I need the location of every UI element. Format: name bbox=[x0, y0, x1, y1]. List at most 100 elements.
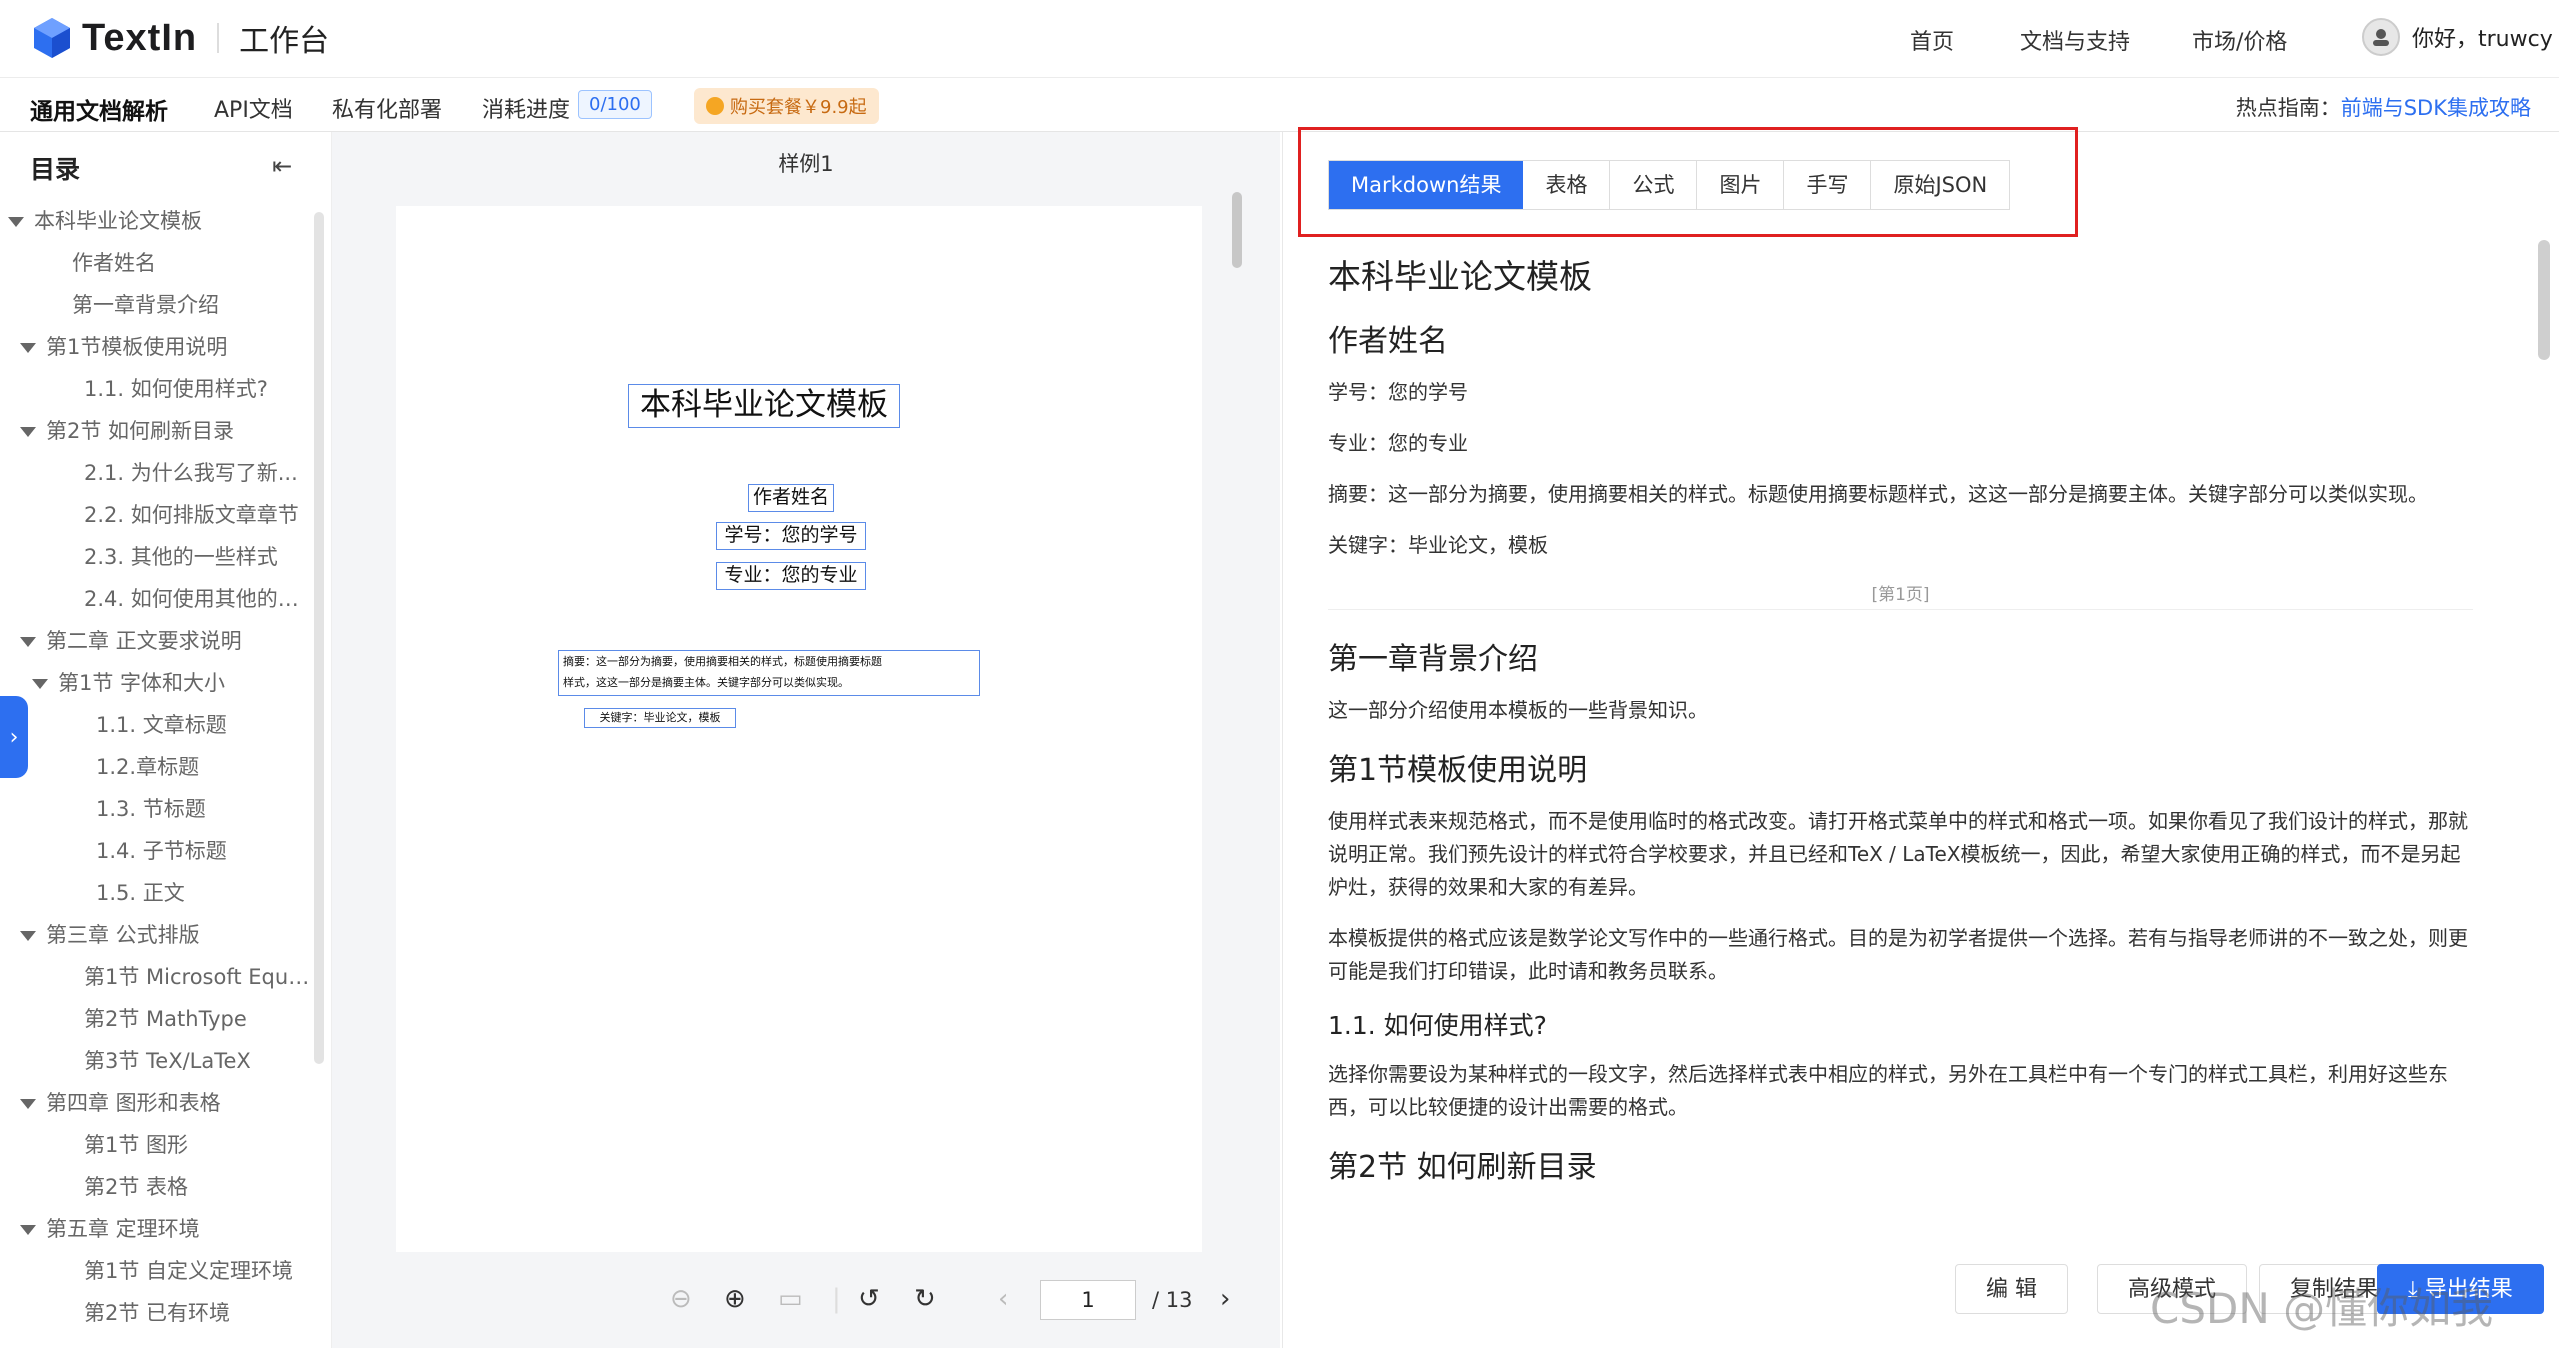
toc-item[interactable]: 1.1. 如何使用样式? bbox=[0, 368, 310, 410]
prev-page-icon[interactable]: ‹ bbox=[998, 1284, 1008, 1314]
toc-item[interactable]: 1.4. 子节标题 bbox=[0, 830, 310, 872]
doc-abstract-line2: 样式，这这一部分是摘要主体。关键字部分可以类似实现。 bbox=[563, 676, 849, 689]
toc-item[interactable]: 第1节 图形 bbox=[0, 1124, 310, 1166]
caret-down-icon[interactable] bbox=[20, 1099, 36, 1109]
tab-image[interactable]: 图片 bbox=[1697, 161, 1785, 209]
toc-item[interactable]: 第3节 TeX/LaTeX bbox=[0, 1040, 310, 1082]
tab-raw-json[interactable]: 原始JSON bbox=[1871, 161, 2010, 209]
subnav-usage[interactable]: 消耗进度 bbox=[482, 92, 570, 124]
doc-major-box[interactable]: 专业：您的专业 bbox=[716, 562, 866, 590]
toc-item-label: 1.2.章标题 bbox=[96, 755, 200, 779]
logo[interactable]: TextIn 工作台 bbox=[30, 16, 329, 60]
nav-docs[interactable]: 文档与支持 bbox=[2020, 24, 2130, 56]
toc-item[interactable]: 第2节 已有环境 bbox=[0, 1292, 310, 1334]
md-h2-chapter1: 第一章背景介绍 bbox=[1328, 642, 1538, 677]
toc-item[interactable]: 2.4. 如何使用其他的高... bbox=[0, 578, 310, 620]
page-number-input[interactable]: 1 bbox=[1040, 1280, 1136, 1320]
next-page-icon[interactable]: › bbox=[1220, 1284, 1230, 1314]
toc-item-label: 1.1. 如何使用样式? bbox=[84, 377, 268, 401]
toc-item[interactable]: 第二章 正文要求说明 bbox=[0, 620, 310, 662]
textin-logo-icon bbox=[34, 18, 70, 58]
tab-handwriting[interactable]: 手写 bbox=[1784, 161, 1872, 209]
toc-item[interactable]: 第2节 MathType bbox=[0, 998, 310, 1040]
hot-guide-link[interactable]: 前端与SDK集成攻略 bbox=[2341, 96, 2531, 120]
toc-item[interactable]: 1.3. 节标题 bbox=[0, 788, 310, 830]
toc-item[interactable]: 第2节 如何刷新目录 bbox=[0, 410, 310, 452]
subnav-general-parse[interactable]: 通用文档解析 bbox=[30, 92, 168, 126]
toc-item[interactable]: 第1节模板使用说明 bbox=[0, 326, 310, 368]
toc-item-label: 第2节 如何刷新目录 bbox=[46, 419, 235, 443]
toc-item[interactable]: 第一章背景介绍 bbox=[0, 284, 310, 326]
toc-item-label: 第1节 字体和大小 bbox=[58, 671, 226, 695]
toc-item-label: 1.3. 节标题 bbox=[96, 797, 206, 821]
nav-market[interactable]: 市场/价格 bbox=[2192, 24, 2287, 56]
toc-item-label: 第1节模板使用说明 bbox=[46, 335, 228, 359]
toc-item-label: 2.3. 其他的一些样式 bbox=[84, 545, 278, 569]
logo-divider bbox=[217, 23, 220, 53]
toc-item-label: 第2节 表格 bbox=[84, 1175, 189, 1199]
subnav-api-docs[interactable]: API文档 bbox=[214, 92, 293, 124]
coin-icon bbox=[706, 97, 724, 115]
edit-button[interactable]: 编 辑 bbox=[1955, 1264, 2068, 1314]
toc-item[interactable]: 作者姓名 bbox=[0, 242, 310, 284]
tab-table[interactable]: 表格 bbox=[1523, 161, 1611, 209]
sub-nav: 通用文档解析 API文档 私有化部署 消耗进度 0/100 购买套餐￥9.9起 … bbox=[0, 78, 2559, 132]
user-menu[interactable]: 你好，truwcy bbox=[2362, 18, 2553, 56]
fit-page-icon[interactable]: ▭ bbox=[778, 1284, 803, 1314]
expand-sidebar-button[interactable]: › bbox=[0, 696, 28, 778]
doc-id-box[interactable]: 学号：您的学号 bbox=[716, 522, 866, 550]
workspace-title: 工作台 bbox=[239, 24, 330, 59]
preview-scrollbar[interactable] bbox=[1232, 192, 1242, 268]
toc-item[interactable]: 本科毕业论文模板 bbox=[0, 200, 310, 242]
caret-down-icon[interactable] bbox=[8, 217, 24, 227]
caret-down-icon[interactable] bbox=[20, 637, 36, 647]
collapse-toc-icon[interactable]: ⇤ bbox=[272, 152, 292, 180]
toc-item[interactable]: 第三章 公式排版 bbox=[0, 914, 310, 956]
caret-down-icon[interactable] bbox=[20, 931, 36, 941]
tab-markdown[interactable]: Markdown结果 bbox=[1329, 161, 1524, 209]
caret-down-icon[interactable] bbox=[20, 1225, 36, 1235]
toc-item-label: 2.2. 如何排版文章章节 bbox=[84, 503, 299, 527]
watermark: CSDN @懂你如我 bbox=[2150, 1284, 2494, 1333]
toc-item[interactable]: 1.1. 文章标题 bbox=[0, 704, 310, 746]
doc-abstract-box[interactable]: 摘要：这一部分为摘要，使用摘要相关的样式，标题使用摘要标题 样式，这这一部分是摘… bbox=[558, 650, 980, 696]
md-h2-section1: 第1节模板使用说明 bbox=[1328, 753, 1588, 788]
md-major: 专业：您的专业 bbox=[1328, 431, 1468, 455]
toc-item[interactable]: 1.2.章标题 bbox=[0, 746, 310, 788]
toc-item[interactable]: 2.3. 其他的一些样式 bbox=[0, 536, 310, 578]
md-keywords: 关键字：毕业论文，模板 bbox=[1328, 533, 1548, 557]
toc-item[interactable]: 第2节 表格 bbox=[0, 1166, 310, 1208]
toc-list: 本科毕业论文模板作者姓名第一章背景介绍第1节模板使用说明 1.1. 如何使用样式?… bbox=[0, 200, 320, 1334]
rotate-right-icon[interactable]: ↻ bbox=[914, 1284, 936, 1314]
toc-scrollbar[interactable] bbox=[314, 212, 324, 1064]
markdown-content: 本科毕业论文模板 作者姓名 学号：您的学号 专业：您的专业 摘要：这一部分为摘要… bbox=[1328, 240, 2473, 1244]
top-bar: TextIn 工作台 首页 文档与支持 市场/价格 你好，truwcy bbox=[0, 0, 2559, 78]
tab-formula[interactable]: 公式 bbox=[1610, 161, 1698, 209]
md-section1-para1: 使用样式表来规范格式，而不是使用临时的格式改变。请打开格式菜单中的样式和格式一项… bbox=[1328, 809, 2468, 899]
toc-item[interactable]: 第五章 定理环境 bbox=[0, 1208, 310, 1250]
toc-item[interactable]: 2.2. 如何排版文章章节 bbox=[0, 494, 310, 536]
md-h1-title: 本科毕业论文模板 bbox=[1328, 257, 1592, 296]
doc-author-box[interactable]: 作者姓名 bbox=[748, 484, 834, 512]
toc-item[interactable]: 第1节 Microsoft Equat... bbox=[0, 956, 310, 998]
caret-down-icon[interactable] bbox=[20, 343, 36, 353]
subnav-private-deploy[interactable]: 私有化部署 bbox=[332, 92, 442, 124]
toc-item[interactable]: 第1节 字体和大小 bbox=[0, 662, 310, 704]
doc-keywords-box[interactable]: 关键字：毕业论文，模板 bbox=[584, 708, 736, 728]
caret-down-icon[interactable] bbox=[20, 427, 36, 437]
user-greeting: 你好，truwcy bbox=[2412, 27, 2553, 52]
toc-item[interactable]: 2.1. 为什么我写了新... bbox=[0, 452, 310, 494]
toc-item[interactable]: 第1节 自定义定理环境 bbox=[0, 1250, 310, 1292]
toc-item-label: 作者姓名 bbox=[72, 251, 156, 275]
nav-home[interactable]: 首页 bbox=[1910, 24, 1954, 56]
zoom-in-icon[interactable]: ⊕ bbox=[724, 1284, 746, 1314]
buy-package-button[interactable]: 购买套餐￥9.9起 bbox=[694, 88, 879, 124]
caret-down-icon[interactable] bbox=[32, 679, 48, 689]
doc-title-box[interactable]: 本科毕业论文模板 bbox=[628, 384, 900, 428]
rotate-left-icon[interactable]: ↺ bbox=[858, 1284, 880, 1314]
toc-item[interactable]: 1.5. 正文 bbox=[0, 872, 310, 914]
zoom-out-icon[interactable]: ⊖ bbox=[670, 1284, 692, 1314]
result-tabs: Markdown结果 表格 公式 图片 手写 原始JSON bbox=[1328, 160, 2011, 210]
result-scrollbar[interactable] bbox=[2538, 240, 2550, 360]
toc-item[interactable]: 第四章 图形和表格 bbox=[0, 1082, 310, 1124]
